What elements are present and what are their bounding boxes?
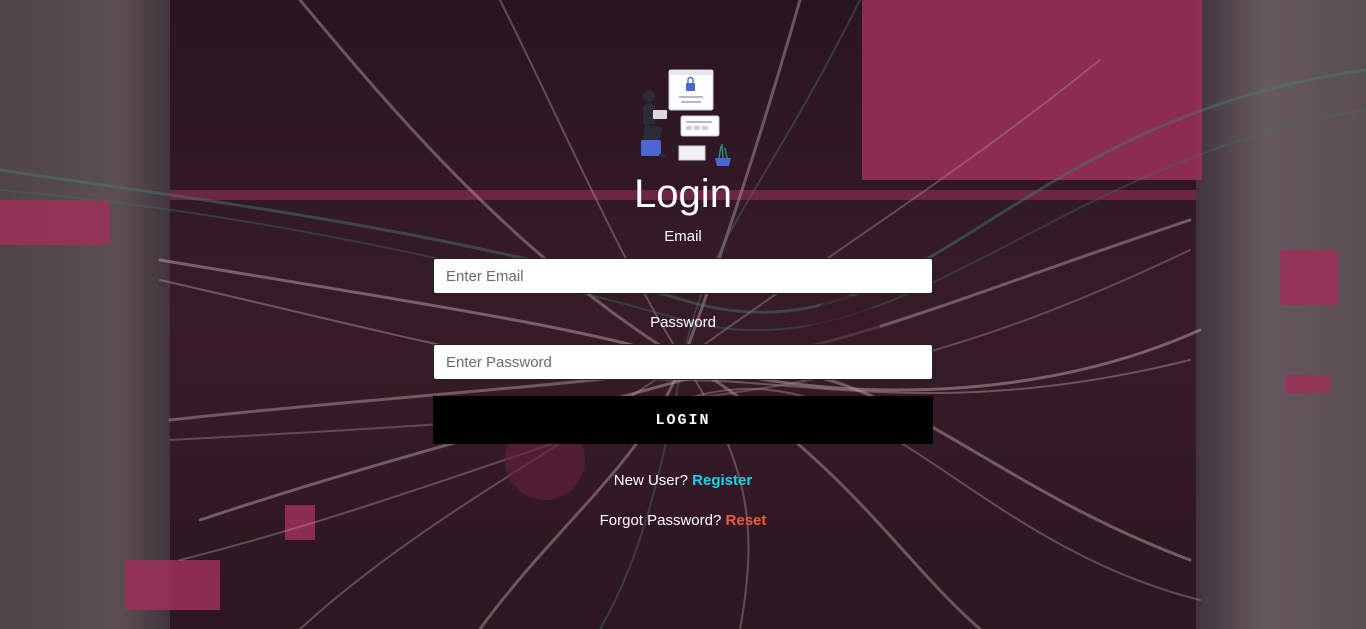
- register-link[interactable]: Register: [692, 472, 752, 489]
- email-input[interactable]: [433, 258, 933, 294]
- email-label: Email: [664, 228, 702, 245]
- new-user-prompt: New User?: [613, 472, 688, 489]
- password-input[interactable]: [433, 344, 933, 380]
- reset-row: Forgot Password? Reset: [433, 512, 933, 530]
- login-button[interactable]: LOGIN: [433, 396, 933, 444]
- page-title: Login: [634, 172, 732, 216]
- reset-link[interactable]: Reset: [726, 512, 767, 529]
- password-label: Password: [650, 314, 716, 331]
- login-form: Login Email Password LOGIN New User? Reg…: [433, 66, 933, 530]
- forgot-password-prompt: Forgot Password?: [599, 512, 722, 529]
- login-illustration-icon: [641, 69, 731, 166]
- register-row: New User? Register: [433, 472, 933, 490]
